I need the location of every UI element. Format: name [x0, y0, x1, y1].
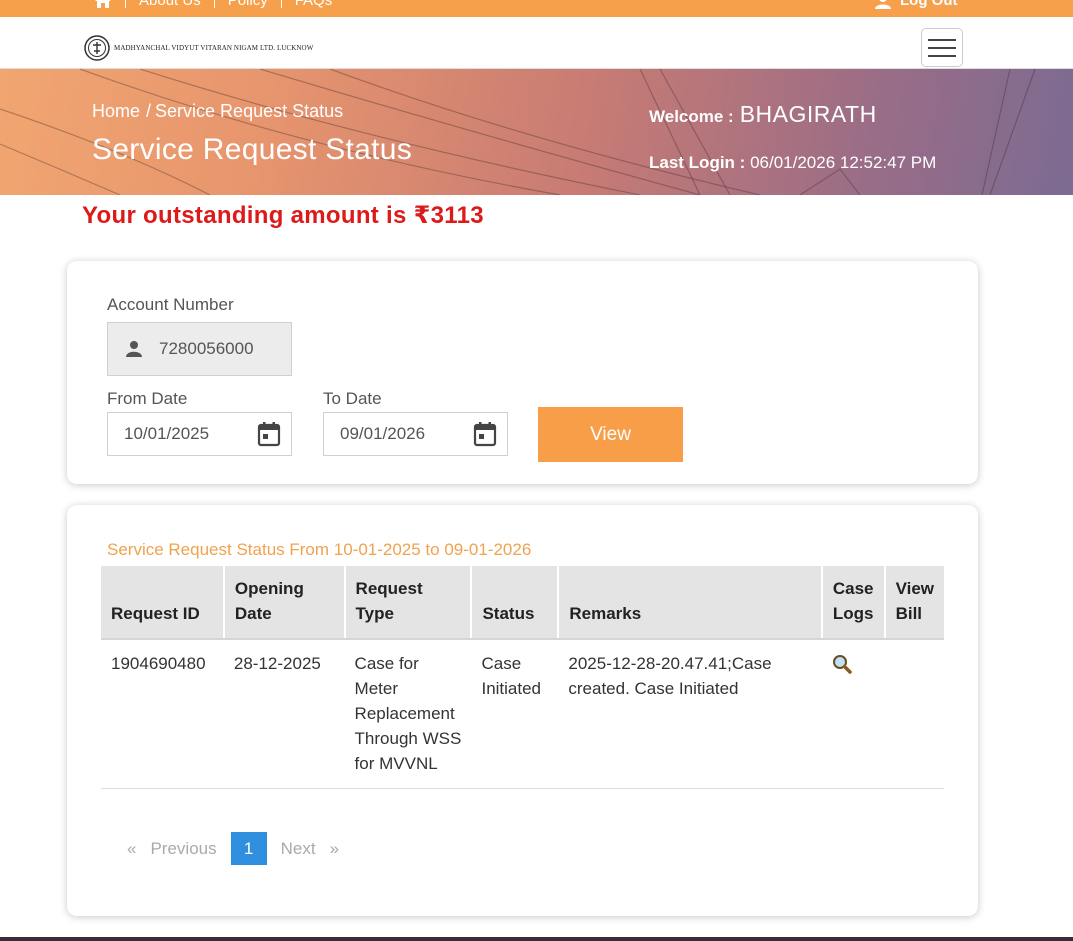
hamburger-menu-button[interactable]: [921, 28, 963, 67]
nav-separator: [125, 0, 126, 8]
seal-icon: [84, 35, 110, 61]
nav-faqs[interactable]: FAQs: [295, 0, 333, 9]
service-request-table: Request ID Opening Date Request Type Sta…: [101, 566, 944, 789]
cell-view-bill: [884, 639, 944, 789]
cell-status: Case Initiated: [471, 639, 559, 789]
cell-opening-date: 28-12-2025: [223, 639, 345, 789]
menu-line: [928, 54, 956, 57]
col-request-type: Request Type: [344, 566, 473, 640]
site-header: Madhyanchal Vidyut Vitaran Nigam Ltd. Lu…: [0, 17, 1073, 69]
page-title: Service Request Status: [92, 133, 413, 166]
table-header-row: Request ID Opening Date Request Type Sta…: [101, 566, 944, 640]
results-title: Service Request Status From 10-01-2025 t…: [107, 540, 532, 559]
to-date-label: To Date: [323, 389, 382, 408]
next-arrow: »: [329, 838, 340, 858]
pagination: « Previous 1 Next »: [127, 832, 339, 865]
page-number-button[interactable]: 1: [230, 832, 267, 865]
cell-request-type: Case for Meter Replacement Through WSS f…: [344, 639, 472, 789]
account-number-label: Account Number: [107, 295, 234, 314]
breadcrumb: Home / Service Request Status: [92, 101, 343, 122]
col-case-logs: Case Logs: [821, 566, 886, 640]
col-request-id: Request ID: [101, 566, 225, 640]
breadcrumb-separator: /: [146, 101, 152, 121]
person-icon: [126, 341, 142, 357]
from-date-label: From Date: [107, 389, 188, 408]
footer-edge: [0, 937, 1073, 941]
cell-request-id: 1904690480: [101, 639, 224, 789]
nav-about-us[interactable]: About Us: [139, 0, 201, 9]
calendar-icon[interactable]: [257, 421, 281, 447]
col-status: Status: [471, 566, 560, 640]
welcome-label: Welcome :: [649, 107, 734, 126]
logo-text: Madhyanchal Vidyut Vitaran Nigam Ltd. Lu…: [114, 44, 314, 52]
outstanding-amount-alert: Your outstanding amount is ₹3113: [82, 202, 484, 229]
account-number-field[interactable]: 7280056000: [107, 322, 292, 376]
col-remarks: Remarks: [558, 566, 823, 640]
previous-page-link[interactable]: Previous: [150, 839, 216, 859]
cell-remarks: 2025-12-28-20.47.41;Case created. Case I…: [558, 639, 822, 789]
page-banner: Home / Service Request Status Service Requ…: [0, 69, 1073, 195]
menu-line: [928, 46, 956, 49]
nav-separator: [213, 0, 215, 8]
home-icon[interactable]: [94, 0, 112, 9]
breadcrumb-home[interactable]: Home: [92, 101, 140, 121]
last-login-value: 06/01/2026 12:52:47 PM: [750, 153, 937, 172]
from-date-input[interactable]: 10/01/2025: [107, 412, 292, 456]
user-icon: [875, 0, 891, 9]
col-view-bill: View Bill: [884, 566, 944, 640]
prev-arrow: «: [127, 838, 137, 858]
top-nav: About Us Policy FAQs: [94, 0, 332, 9]
view-button[interactable]: View: [538, 407, 683, 462]
logout-label: Log Out: [900, 0, 958, 9]
power-lines-decoration: [0, 69, 1036, 195]
results-card: Service Request Status From 10-01-2025 t…: [67, 505, 978, 916]
last-login: Last Login : 06/01/2026 12:52:47 PM: [649, 153, 936, 173]
welcome-username: BHAGIRATH: [739, 101, 877, 127]
cell-case-logs: [821, 639, 885, 789]
next-page-link[interactable]: Next: [281, 839, 316, 859]
breadcrumb-current: Service Request Status: [155, 101, 344, 121]
search-form-card: Account Number 7280056000 From Date 10/0…: [67, 261, 978, 484]
table-row: 1904690480 28-12-2025 Case for Meter Rep…: [101, 639, 944, 789]
account-number-value: 7280056000: [159, 339, 254, 358]
calendar-icon[interactable]: [473, 421, 497, 447]
top-nav-bar: About Us Policy FAQs Log Out: [0, 0, 1073, 17]
col-opening-date: Opening Date: [223, 566, 346, 640]
welcome-message: Welcome : BHAGIRATH: [649, 101, 877, 128]
from-date-value: 10/01/2025: [124, 424, 210, 443]
to-date-value: 09/01/2026: [340, 424, 426, 443]
last-login-label: Last Login :: [649, 153, 746, 172]
nav-separator: [280, 0, 282, 8]
company-logo[interactable]: Madhyanchal Vidyut Vitaran Nigam Ltd. Lu…: [84, 35, 313, 61]
logout-link[interactable]: Log Out: [874, 0, 957, 9]
to-date-input[interactable]: 09/01/2026: [323, 412, 508, 456]
magnifier-icon[interactable]: [832, 654, 852, 674]
menu-line: [928, 38, 956, 41]
nav-policy[interactable]: Policy: [228, 0, 268, 9]
